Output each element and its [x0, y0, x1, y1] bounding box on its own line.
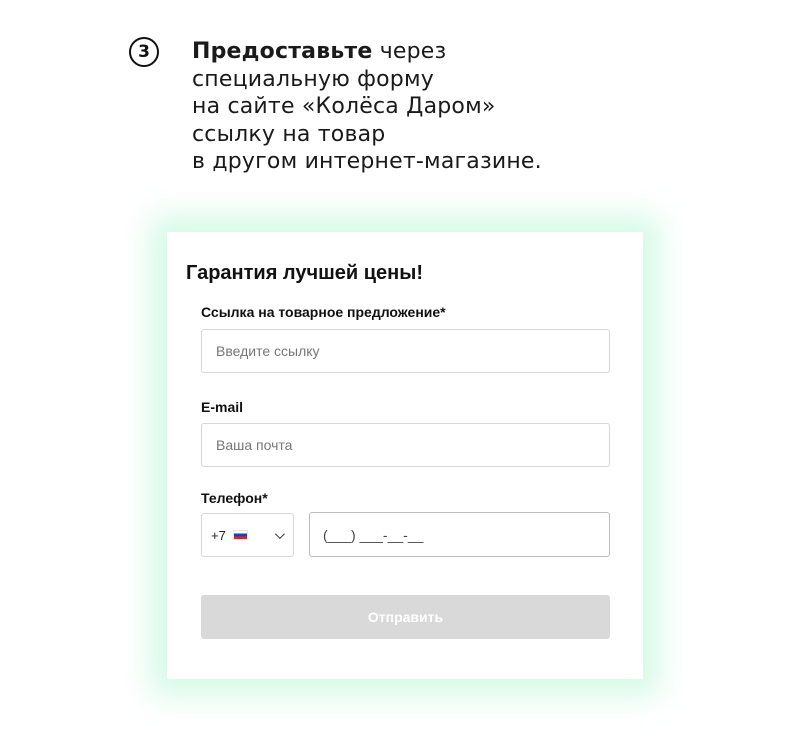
link-input[interactable]	[201, 329, 610, 373]
phone-input[interactable]	[309, 512, 610, 557]
flag-ru-icon	[232, 530, 248, 540]
submit-button[interactable]: Отправить	[201, 595, 610, 639]
form-title: Гарантия лучшей цены!	[186, 262, 423, 284]
step-line-1-rest: через	[372, 39, 447, 64]
step-line-4: ссылку на товар	[192, 121, 386, 147]
email-field-label: E-mail	[201, 399, 244, 415]
step-bold-word: Предоставьте	[192, 39, 373, 64]
phone-field-label: Телефон*	[201, 490, 268, 506]
step-instruction: Предоставьте через специальную форму на …	[192, 38, 542, 176]
country-code: +7	[211, 527, 226, 543]
best-price-form-card: Гарантия лучшей цены! Ссылка на товарное…	[167, 232, 643, 679]
step-line-5: в другом интернет-магазине.	[192, 149, 542, 174]
step-number-badge: 3	[129, 37, 159, 67]
country-code-select[interactable]: +7	[201, 513, 294, 557]
link-field-label: Ссылка на товарное предложение*	[201, 304, 446, 320]
step-line-1: Предоставьте через	[192, 38, 542, 66]
chevron-down-icon	[274, 528, 285, 539]
page: 3 Предоставьте через специальную форму н…	[0, 0, 810, 729]
step-line-2: специальную форму	[192, 66, 434, 92]
step-number: 3	[138, 41, 150, 62]
step-line-3: на сайте «Колёса Даром»	[192, 94, 496, 119]
email-input[interactable]	[201, 423, 610, 467]
